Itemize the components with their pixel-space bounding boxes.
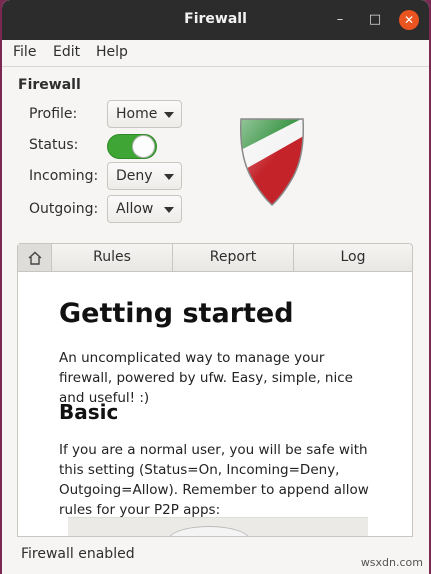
menu-edit[interactable]: Edit — [53, 44, 80, 60]
profile-value: Home — [116, 106, 158, 122]
tab-home[interactable] — [18, 244, 52, 271]
profile-label: Profile: — [29, 106, 78, 122]
incoming-label: Incoming: — [29, 168, 99, 184]
chevron-down-icon — [164, 112, 174, 118]
notebook-tabs: Rules Report Log — [17, 243, 413, 272]
title-bar: Firewall – □ ✕ — [2, 0, 429, 40]
tab-log[interactable]: Log — [294, 244, 412, 271]
tab-report[interactable]: Report — [173, 244, 294, 271]
home-icon — [28, 251, 41, 265]
maximize-button[interactable]: □ — [365, 10, 385, 30]
doc-title: Getting started — [59, 298, 294, 329]
watermark: wsxdn.com — [360, 556, 423, 569]
menu-bar: File Edit Help — [2, 40, 429, 67]
chevron-down-icon — [164, 174, 174, 180]
doc-basic-text: If you are a normal user, you will be sa… — [59, 442, 369, 518]
help-content-pane[interactable]: Getting started An uncomplicated way to … — [17, 272, 413, 537]
status-bar: Firewall enabled — [21, 546, 135, 562]
outgoing-value: Allow — [116, 201, 154, 217]
minimize-button[interactable]: – — [330, 10, 350, 30]
shield-icon — [239, 118, 305, 207]
chevron-down-icon — [164, 207, 174, 213]
close-button[interactable]: ✕ — [399, 10, 419, 30]
thumbnail-shape — [168, 526, 250, 536]
incoming-combo[interactable]: Deny — [107, 162, 182, 190]
app-window: Firewall – □ ✕ File Edit Help Firewall P… — [2, 0, 429, 574]
outgoing-label: Outgoing: — [29, 201, 99, 217]
screenshot-thumbnail — [68, 517, 368, 536]
firewall-heading: Firewall — [18, 77, 81, 93]
toggle-knob — [132, 135, 155, 158]
doc-intro: An uncomplicated way to manage your fire… — [59, 350, 353, 406]
menu-file[interactable]: File — [13, 44, 36, 60]
status-label: Status: — [29, 137, 79, 153]
incoming-value: Deny — [116, 168, 153, 184]
status-toggle[interactable] — [107, 134, 157, 159]
profile-combo[interactable]: Home — [107, 100, 182, 128]
doc-basic-heading: Basic — [59, 400, 119, 424]
menu-help[interactable]: Help — [96, 44, 128, 60]
outgoing-combo[interactable]: Allow — [107, 195, 182, 223]
tab-rules[interactable]: Rules — [52, 244, 173, 271]
